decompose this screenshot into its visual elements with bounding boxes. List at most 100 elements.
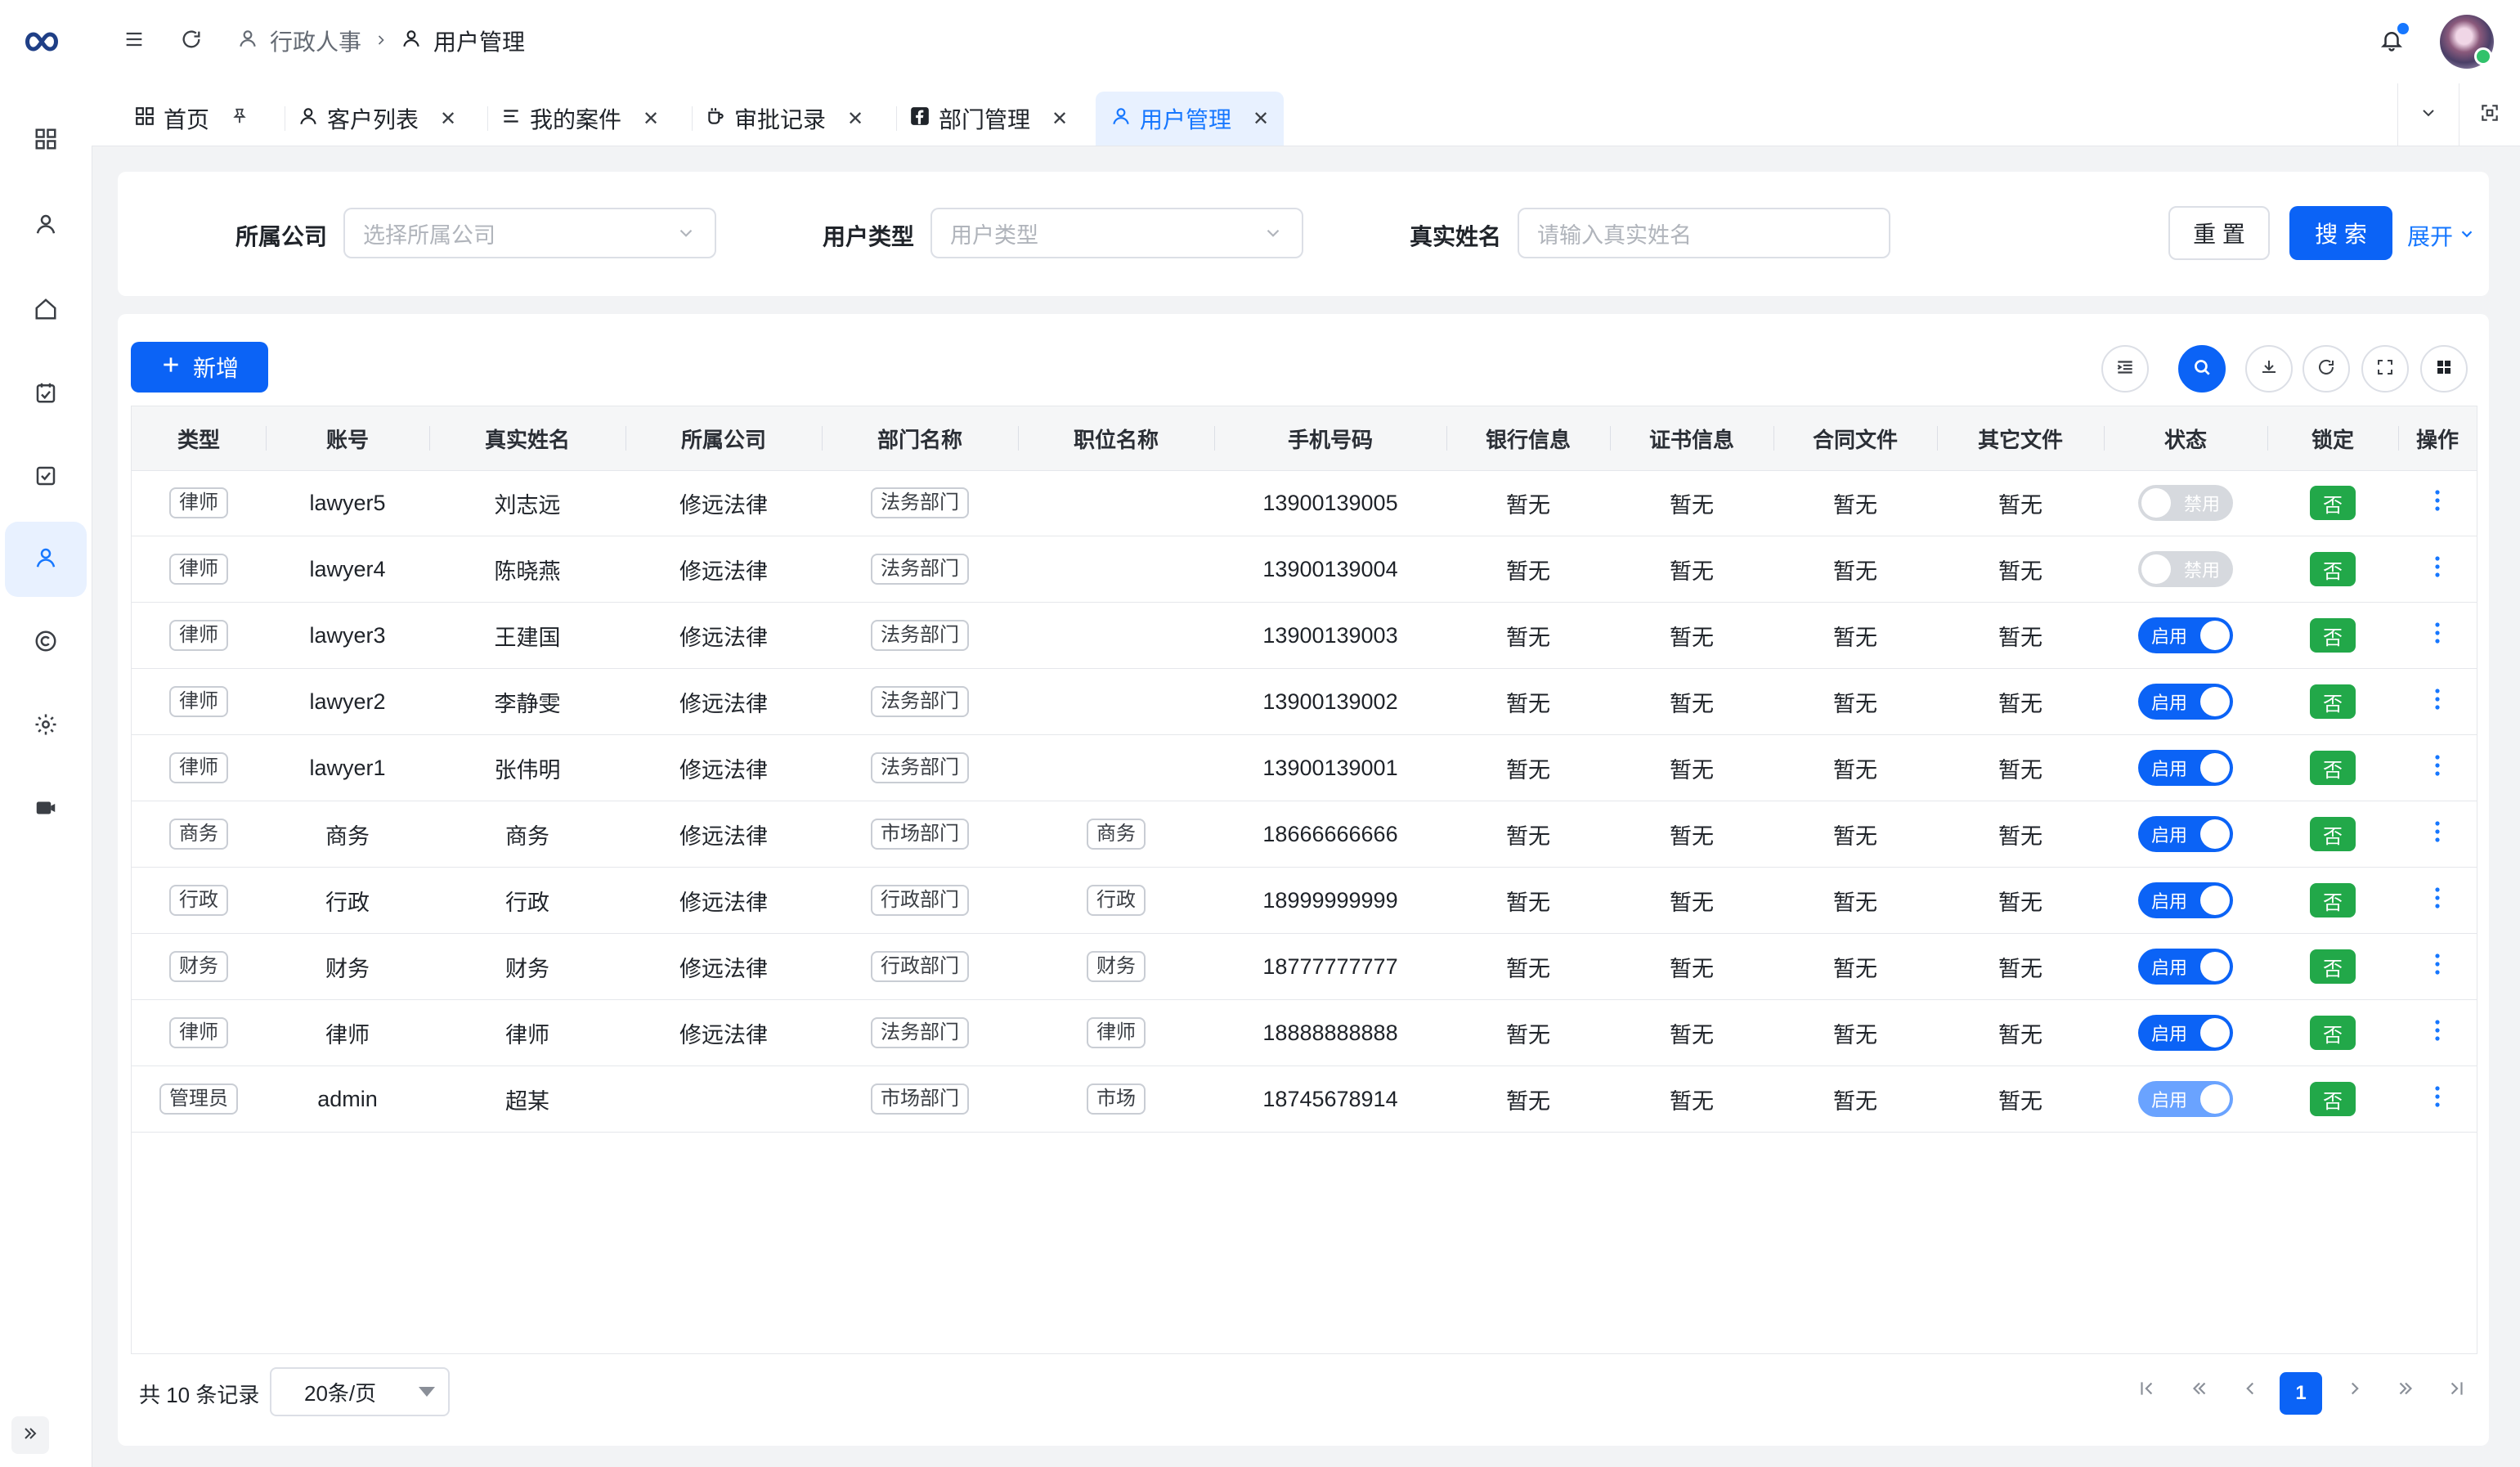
lock-badge[interactable]: 否: [2310, 486, 2356, 520]
real-name-input[interactable]: 请输入真实姓名: [1518, 208, 1890, 258]
table-row[interactable]: 律师 lawyer4 陈晓燕 修远法律 法务部门 13900139004 暂无 暂无 暂无 暂无 禁…: [132, 536, 2477, 603]
tab-departments[interactable]: 部门管理 ✕: [909, 92, 1068, 146]
fullscreen-tab-button[interactable]: [2459, 83, 2520, 146]
status-toggle[interactable]: 启用: [2138, 1081, 2233, 1117]
lock-badge[interactable]: 否: [2310, 1082, 2356, 1116]
tabs-dropdown-button[interactable]: [2397, 83, 2459, 146]
close-icon[interactable]: ✕: [1253, 107, 1269, 131]
double-chevron-right-icon: [20, 1424, 40, 1447]
breadcrumb-item[interactable]: 行政人事: [270, 25, 361, 57]
close-icon[interactable]: ✕: [847, 107, 863, 131]
lock-badge[interactable]: 否: [2310, 817, 2356, 851]
lock-badge[interactable]: 否: [2310, 684, 2356, 719]
refresh-table-button[interactable]: [2303, 345, 2350, 393]
grid-view-button[interactable]: [2420, 345, 2468, 393]
sidebar-item-customers[interactable]: [5, 188, 87, 263]
sidebar-item-media[interactable]: [5, 772, 87, 847]
next-page-button[interactable]: [2338, 1375, 2371, 1408]
last-page-button[interactable]: [2440, 1375, 2473, 1408]
status-toggle[interactable]: 启用: [2138, 750, 2233, 786]
status-toggle[interactable]: 禁用: [2138, 485, 2233, 521]
prev-group-button[interactable]: [2183, 1375, 2216, 1408]
close-icon[interactable]: ✕: [643, 107, 659, 131]
lock-badge[interactable]: 否: [2310, 949, 2356, 984]
fullscreen-table-button[interactable]: [2361, 345, 2409, 393]
user-icon: [298, 105, 319, 132]
page-number-current[interactable]: 1: [2280, 1372, 2322, 1415]
first-page-button[interactable]: [2131, 1375, 2164, 1408]
user-type-select[interactable]: 用户类型: [930, 208, 1303, 258]
export-button[interactable]: [2245, 345, 2293, 393]
status-toggle[interactable]: 禁用: [2138, 551, 2233, 587]
more-vertical-icon[interactable]: [2433, 621, 2442, 650]
close-icon[interactable]: ✕: [440, 107, 456, 131]
more-vertical-icon[interactable]: [2433, 1084, 2442, 1114]
sidebar-item-tasks[interactable]: [5, 440, 87, 515]
menu-toggle-button[interactable]: [118, 25, 150, 57]
tab-approvals[interactable]: 审批记录 ✕: [705, 92, 863, 146]
table-row[interactable]: 律师 律师 律师 修远法律 法务部门 律师 18888888888 暂无 暂无 暂无 暂无 启用 否: [132, 1000, 2477, 1066]
reset-button[interactable]: 重 置: [2168, 206, 2270, 260]
add-user-button[interactable]: 新增: [131, 342, 268, 393]
status-toggle[interactable]: 启用: [2138, 816, 2233, 852]
cell-bank: 暂无: [1506, 890, 1550, 915]
sidebar-collapse-button[interactable]: [11, 1416, 49, 1454]
expand-filters-link[interactable]: 展开: [2407, 219, 2476, 252]
more-vertical-icon[interactable]: [2433, 952, 2442, 981]
close-icon[interactable]: ✕: [1051, 107, 1068, 131]
lock-badge[interactable]: 否: [2310, 883, 2356, 917]
next-group-button[interactable]: [2389, 1375, 2422, 1408]
cell-position: [1018, 669, 1214, 734]
sidebar-item-home[interactable]: [5, 273, 87, 348]
more-vertical-icon[interactable]: [2433, 554, 2442, 584]
infinity-logo[interactable]: [15, 23, 77, 61]
table-row[interactable]: 商务 商务 商务 修远法律 市场部门 商务 18666666666 暂无 暂无 暂无 暂无 启用 否: [132, 801, 2477, 868]
column-settings-button[interactable]: [2101, 345, 2149, 393]
tab-label: 用户管理: [1140, 107, 1232, 132]
status-toggle-label: 启用: [2151, 1090, 2188, 1110]
page-size-select[interactable]: 20条/页: [270, 1367, 450, 1416]
tab-my-cases[interactable]: 我的案件 ✕: [500, 92, 659, 146]
more-vertical-icon[interactable]: [2433, 753, 2442, 783]
status-toggle[interactable]: 启用: [2138, 684, 2233, 720]
sidebar-item-dashboard[interactable]: [5, 103, 87, 178]
avatar[interactable]: [2440, 15, 2494, 69]
company-select[interactable]: 选择所属公司: [343, 208, 716, 258]
status-toggle[interactable]: 启用: [2138, 949, 2233, 985]
more-vertical-icon[interactable]: [2433, 886, 2442, 915]
tab-home[interactable]: 首页: [134, 92, 249, 146]
table-row[interactable]: 律师 lawyer2 李静雯 修远法律 法务部门 13900139002 暂无 暂无 暂无 暂无 启…: [132, 669, 2477, 735]
table-row[interactable]: 行政 行政 行政 修远法律 行政部门 行政 18999999999 暂无 暂无 暂无 暂无 启用 否: [132, 868, 2477, 934]
sidebar-item-users[interactable]: [5, 522, 87, 597]
tab-user-management[interactable]: 用户管理 ✕: [1096, 92, 1285, 146]
more-vertical-icon[interactable]: [2433, 1018, 2442, 1048]
table-row[interactable]: 律师 lawyer1 张伟明 修远法律 法务部门 13900139001 暂无 暂无 暂无 暂无 启…: [132, 735, 2477, 801]
table-row[interactable]: 律师 lawyer5 刘志远 修远法律 法务部门 13900139005 暂无 暂无 暂无 暂无 禁…: [132, 470, 2477, 536]
table-row[interactable]: 律师 lawyer3 王建国 修远法律 法务部门 13900139003 暂无 暂无 暂无 暂无 启…: [132, 603, 2477, 669]
search-button[interactable]: 搜 索: [2289, 206, 2392, 260]
cell-certificate: 暂无: [1670, 625, 1714, 650]
sidebar-item-copyright[interactable]: [5, 605, 87, 680]
status-toggle-label: 启用: [2151, 825, 2188, 846]
pin-icon[interactable]: [231, 107, 249, 131]
lock-badge[interactable]: 否: [2310, 751, 2356, 785]
sidebar-item-calendar[interactable]: [5, 357, 87, 432]
refresh-page-button[interactable]: [175, 25, 208, 57]
more-vertical-icon[interactable]: [2433, 488, 2442, 518]
more-vertical-icon[interactable]: [2433, 687, 2442, 716]
sidebar-item-settings[interactable]: [5, 689, 87, 764]
status-toggle[interactable]: 启用: [2138, 882, 2233, 918]
notification-button[interactable]: [2373, 23, 2410, 61]
user-icon: [401, 28, 422, 55]
status-toggle[interactable]: 启用: [2138, 617, 2233, 653]
status-toggle[interactable]: 启用: [2138, 1015, 2233, 1051]
more-vertical-icon[interactable]: [2433, 819, 2442, 849]
toggle-search-button[interactable]: [2178, 345, 2226, 393]
lock-badge[interactable]: 否: [2310, 618, 2356, 653]
table-row[interactable]: 财务 财务 财务 修远法律 行政部门 财务 18777777777 暂无 暂无 暂无 暂无 启用 否: [132, 934, 2477, 1000]
lock-badge[interactable]: 否: [2310, 1016, 2356, 1050]
prev-page-button[interactable]: [2234, 1375, 2267, 1408]
tab-customers[interactable]: 客户列表 ✕: [298, 92, 456, 146]
table-row[interactable]: 管理员 admin 超某 市场部门 市场 18745678914 暂无 暂无 暂无 暂无 启用 否: [132, 1066, 2477, 1133]
lock-badge[interactable]: 否: [2310, 552, 2356, 586]
